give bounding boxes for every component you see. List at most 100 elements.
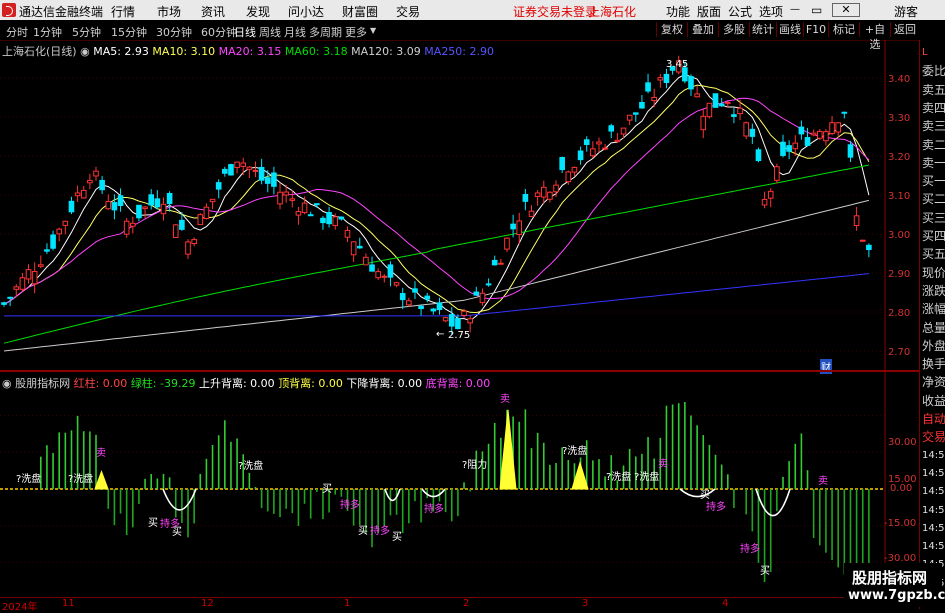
tool-fuquan[interactable]: 复权: [656, 22, 687, 37]
quote-panel-item[interactable]: 换手: [922, 355, 945, 373]
period-more[interactable]: 更多: [345, 24, 367, 40]
period-60min[interactable]: 60分钟: [201, 24, 237, 40]
tool-diejia[interactable]: 叠加: [687, 22, 718, 37]
quote-panel-item[interactable]: 卖四: [922, 99, 945, 117]
quote-panel-item[interactable]: 涨幅: [922, 300, 945, 318]
quote-panel-item[interactable]: 交易: [922, 428, 945, 446]
period-multi[interactable]: 多周期: [309, 24, 342, 40]
quote-panel-item[interactable]: 买五: [922, 245, 945, 263]
candle-body: [197, 214, 204, 226]
candle-body: [528, 210, 535, 217]
menu-wenxiaoda[interactable]: 问小达: [288, 3, 324, 20]
period-1min[interactable]: 1分钟: [33, 24, 62, 40]
guest-label[interactable]: 游客: [894, 3, 918, 20]
period-5min[interactable]: 5分钟: [72, 24, 101, 40]
quote-panel-item[interactable]: 14:56: [922, 538, 945, 556]
signal-sell: 卖: [658, 458, 668, 470]
legend-down-divergence: 下降背离: 0.00: [346, 377, 423, 390]
time-label: 4: [722, 598, 729, 609]
menu-gongshi[interactable]: 公式: [728, 3, 752, 20]
tool-tongji[interactable]: 统计: [749, 22, 776, 37]
legend-ma120: MA120: 3.09: [351, 45, 421, 58]
candle-body: [473, 291, 480, 296]
restore-icon[interactable]: ▭: [811, 3, 822, 17]
candle-body: [406, 300, 412, 306]
candlestick-chart[interactable]: [0, 40, 919, 370]
quote-panel-item[interactable]: 卖二: [922, 136, 945, 154]
quote-panel-item[interactable]: 外盘: [922, 337, 945, 355]
login-notice[interactable]: 证券交易未登录: [513, 3, 597, 20]
quote-panel-item[interactable]: 现价: [922, 264, 945, 282]
quote-panel-item[interactable]: 买三: [922, 209, 945, 227]
signal-resist: ?阻力: [462, 458, 487, 471]
period-daily[interactable]: 日线: [234, 24, 256, 40]
menu-caifuquan[interactable]: 财富圈: [342, 3, 378, 20]
tool-fanhui[interactable]: 返回: [890, 22, 919, 37]
quote-panel-item[interactable]: 14:56: [922, 502, 945, 520]
quote-panel-item[interactable]: 14:56: [922, 447, 945, 465]
indicator-toggle-icon[interactable]: ◉: [2, 377, 15, 390]
quote-panel-item[interactable]: 收益: [922, 392, 945, 410]
tool-huaxian[interactable]: 画线: [776, 22, 803, 37]
candle-body: [639, 102, 645, 109]
period-30min[interactable]: 30分钟: [156, 24, 192, 40]
indicator-curves: [94, 409, 791, 517]
indicator-chart[interactable]: ?洗盘 ?洗盘卖?洗盘买 持多买买持多买 持多买持多?阻力卖?洗盘?洗盘 ?洗盘卖买持多…: [0, 372, 919, 597]
close-icon[interactable]: ✕: [832, 3, 860, 17]
quote-panel-item[interactable]: 14:56: [922, 483, 945, 501]
quote-panel-item[interactable]: 委比: [922, 62, 945, 80]
menu-hangqing[interactable]: 行情: [111, 3, 135, 20]
candle-body: [448, 314, 455, 327]
ma250-line: [4, 273, 869, 317]
quote-panel-item[interactable]: 14:56: [922, 465, 945, 483]
period-monthly[interactable]: 月线: [284, 24, 306, 40]
candle-body: [522, 194, 529, 202]
quote-panel-item[interactable]: 净资: [922, 373, 945, 391]
signal-hold: 持多: [340, 498, 360, 511]
more-chevron-icon[interactable]: ▼: [370, 26, 376, 35]
quote-panel-item[interactable]: 卖一: [922, 154, 945, 172]
menu-shichang[interactable]: 市场: [157, 3, 181, 20]
candle-body: [203, 206, 210, 219]
quote-panel-item[interactable]: 14:56: [922, 520, 945, 538]
quote-panel-item[interactable]: 涨跌: [922, 282, 945, 300]
candle-body: [657, 77, 664, 81]
candle-body: [19, 277, 26, 290]
minimize-icon[interactable]: —: [790, 4, 800, 15]
ind-tick: 0.00: [890, 483, 913, 494]
menu-banmian[interactable]: 版面: [697, 3, 721, 20]
candle-body: [56, 228, 63, 235]
menu-xuanxiang[interactable]: 选项: [759, 3, 783, 20]
legend-top-divergence: 顶背离: 0.00: [278, 377, 343, 390]
period-15min[interactable]: 15分钟: [111, 24, 147, 40]
quote-panel-item[interactable]: 卖三: [922, 117, 945, 135]
menu-faxian[interactable]: 发现: [246, 3, 270, 20]
quote-panel-item[interactable]: 卖五: [922, 81, 945, 99]
legend-toggle-icon[interactable]: ◉: [80, 45, 93, 58]
candle-body: [583, 139, 590, 145]
quote-panel-item[interactable]: 买四: [922, 227, 945, 245]
tool-biaoji[interactable]: 标记: [828, 22, 859, 37]
candle-body: [510, 223, 516, 230]
candle-body: [50, 234, 56, 249]
candle-body: [25, 269, 32, 280]
quote-panel-item[interactable]: 自动: [922, 410, 945, 428]
tool-zixuan[interactable]: +自选: [859, 22, 890, 51]
quote-panel-item[interactable]: 总量: [922, 319, 945, 337]
candle-body: [314, 203, 320, 206]
menu-gongneng[interactable]: 功能: [666, 3, 690, 20]
indicator-name[interactable]: 股朋指标网: [15, 377, 70, 390]
period-fenshi[interactable]: 分时: [6, 24, 28, 40]
candle-body: [301, 202, 308, 214]
candle-body: [743, 122, 749, 137]
tool-f10[interactable]: F10: [803, 22, 828, 37]
quote-panel-item[interactable]: 买二: [922, 190, 945, 208]
candle-body: [718, 103, 725, 107]
menu-jiaoyi[interactable]: 交易: [396, 3, 420, 20]
candle-body: [540, 186, 547, 198]
quote-panel-item[interactable]: L: [922, 44, 945, 62]
tool-duogu[interactable]: 多股: [718, 22, 749, 37]
menu-zixun[interactable]: 资讯: [201, 3, 225, 20]
quote-panel-item[interactable]: 买一: [922, 172, 945, 190]
period-weekly[interactable]: 周线: [259, 24, 281, 40]
